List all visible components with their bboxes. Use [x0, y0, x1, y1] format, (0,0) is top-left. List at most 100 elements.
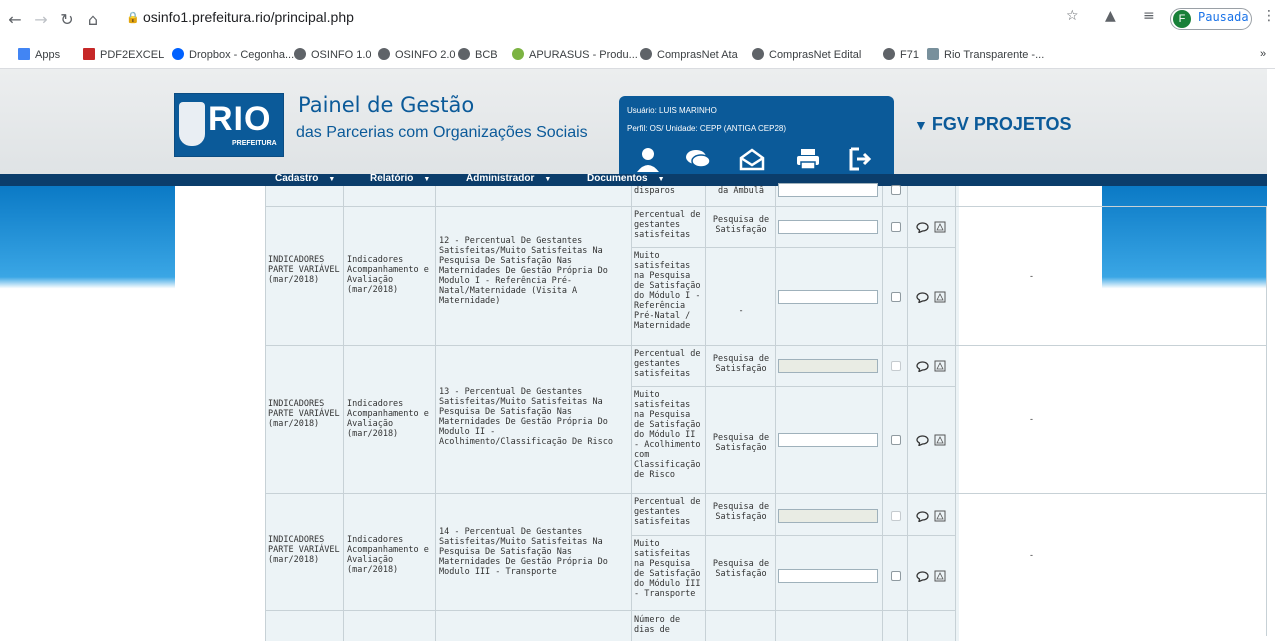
comment-icon[interactable] [916, 361, 929, 372]
dropbox-icon [172, 48, 184, 60]
pdf-icon[interactable] [934, 510, 946, 522]
source-text: Pesquisa de Satisfação [712, 559, 770, 579]
globe-icon [458, 48, 470, 60]
column-divider [955, 186, 956, 641]
indicator-text: Número de dias de [634, 615, 681, 635]
row-checkbox[interactable] [891, 292, 901, 302]
pdf-icon[interactable] [934, 570, 946, 582]
value-input[interactable] [778, 433, 878, 447]
chat-icon[interactable] [685, 146, 711, 172]
row-description: 13 - Percentual De Gestantes Satisfeitas… [439, 387, 613, 447]
fgv-projetos-logo: ▼ FGV PROJETOS [914, 114, 1072, 134]
menu-label: Administrador [466, 173, 535, 184]
comment-icon[interactable] [916, 222, 929, 233]
home-icon[interactable]: ⌂ [84, 11, 102, 29]
row-checkbox[interactable] [891, 571, 901, 581]
reload-icon[interactable]: ↻ [58, 11, 76, 29]
bookmark-rio-transparente[interactable]: Rio Transparente -... [927, 48, 1044, 61]
back-icon[interactable]: ← [6, 11, 24, 29]
column-divider [343, 186, 344, 641]
logout-icon[interactable] [847, 146, 873, 172]
star-icon[interactable]: ☆ [1066, 8, 1079, 24]
menu-label: Documentos [587, 173, 648, 184]
bookmark-bcb[interactable]: BCB [458, 48, 498, 61]
extension-icon[interactable]: ▲ [1105, 8, 1116, 24]
page-subtitle: das Parcerias com Organizações Sociais [296, 124, 588, 141]
comment-icon[interactable] [916, 571, 929, 582]
indicator-text: Percentual de gestantes satisfeitas [634, 349, 701, 379]
value-input[interactable] [778, 569, 878, 583]
bookmark-label: Dropbox - Cegonha... [189, 49, 295, 61]
profile-status: Pausada [1198, 10, 1249, 24]
column-divider [882, 186, 883, 641]
globe-icon [640, 48, 652, 60]
chevron-down-icon: ▼ [657, 176, 665, 183]
logo-subtext: PREFEITURA [232, 140, 277, 147]
pdf-icon[interactable] [934, 221, 946, 233]
indicator-text: disparos [634, 186, 675, 196]
value-input[interactable] [778, 290, 878, 304]
user-name: Usuário: LUIS MARINHO [627, 106, 717, 115]
rio-icon [927, 48, 939, 60]
bookmark-comprasnet-ata[interactable]: ComprasNet Ata [640, 48, 738, 61]
user-panel: Usuário: LUIS MARINHO Perfil: OS/ Unidad… [619, 96, 894, 176]
value-input[interactable] [778, 220, 878, 234]
profile-button[interactable]: F Pausada [1170, 8, 1252, 30]
more-bookmarks-icon[interactable]: » [1260, 48, 1266, 60]
row-checkbox[interactable] [891, 361, 901, 371]
media-icon[interactable]: ≡ [1143, 8, 1155, 24]
value-input[interactable] [778, 509, 878, 523]
page-title: Painel de Gestão [298, 93, 475, 117]
logo-text: RIO [208, 100, 272, 138]
globe-icon [378, 48, 390, 60]
menu-label: Cadastro [275, 173, 319, 184]
indicator-text: Muito satisfeitas na Pesquisa de Satisfa… [634, 390, 701, 480]
row-checkbox[interactable] [891, 511, 901, 521]
bookmark-osinfo2[interactable]: OSINFO 2.0 [378, 48, 456, 61]
row-checkbox[interactable] [891, 435, 901, 445]
mail-icon[interactable] [739, 146, 765, 172]
scrollbar[interactable] [1267, 69, 1275, 635]
print-icon[interactable] [795, 146, 821, 172]
observation: - [1030, 550, 1033, 560]
column-divider [435, 186, 436, 641]
menu-relatorio[interactable]: Relatório ▼ [370, 173, 430, 184]
bookmark-osinfo1[interactable]: OSINFO 1.0 [294, 48, 372, 61]
lock-icon[interactable]: 🔒 [126, 11, 140, 24]
address-bar[interactable]: osinfo1.prefeitura.rio/principal.php [143, 9, 354, 25]
menu-icon[interactable]: ⋮ [1262, 8, 1275, 24]
source-text: Pesquisa de Satisfação [712, 433, 770, 453]
bookmark-pdf2excel[interactable]: PDF2EXCEL [83, 48, 164, 61]
user-icon[interactable] [635, 146, 661, 172]
bookmark-apps[interactable]: Apps [18, 48, 60, 61]
bookmark-label: ComprasNet Ata [657, 49, 738, 61]
pdf-icon[interactable] [934, 434, 946, 446]
comment-icon[interactable] [916, 435, 929, 446]
value-input[interactable] [778, 359, 878, 373]
bookmark-label: OSINFO 2.0 [395, 49, 456, 61]
menu-administrador[interactable]: Administrador ▼ [466, 173, 551, 184]
forward-icon[interactable]: → [32, 11, 50, 29]
comment-icon[interactable] [916, 511, 929, 522]
column-divider [775, 186, 776, 641]
row-divider [631, 535, 956, 536]
row-checkbox[interactable] [891, 185, 901, 195]
bookmark-dropbox[interactable]: Dropbox - Cegonha... [172, 48, 294, 61]
menu-documentos[interactable]: Documentos ▼ [587, 173, 665, 184]
crest-icon [179, 102, 205, 146]
rio-prefeitura-logo[interactable]: RIO PREFEITURA [174, 93, 284, 157]
bookmarks-bar: Apps PDF2EXCEL Dropbox - Cegonha... OSIN… [0, 42, 1275, 69]
value-input[interactable] [778, 183, 878, 197]
row-checkbox[interactable] [891, 222, 901, 232]
source-text: Pesquisa de Satisfação [712, 215, 770, 235]
comment-icon[interactable] [916, 292, 929, 303]
fgv-logo-text: FGV PROJETOS [931, 114, 1072, 134]
pdf-icon[interactable] [934, 291, 946, 303]
menu-cadastro[interactable]: Cadastro ▼ [275, 173, 335, 184]
pdf-icon[interactable] [934, 360, 946, 372]
bookmark-label: BCB [475, 49, 498, 61]
bookmark-apurasus[interactable]: APURASUS - Produ... [512, 48, 638, 61]
bookmark-comprasnet-edital[interactable]: ComprasNet Edital [752, 48, 861, 61]
source-text: - [738, 306, 744, 316]
bookmark-f71[interactable]: F71 [883, 48, 919, 61]
